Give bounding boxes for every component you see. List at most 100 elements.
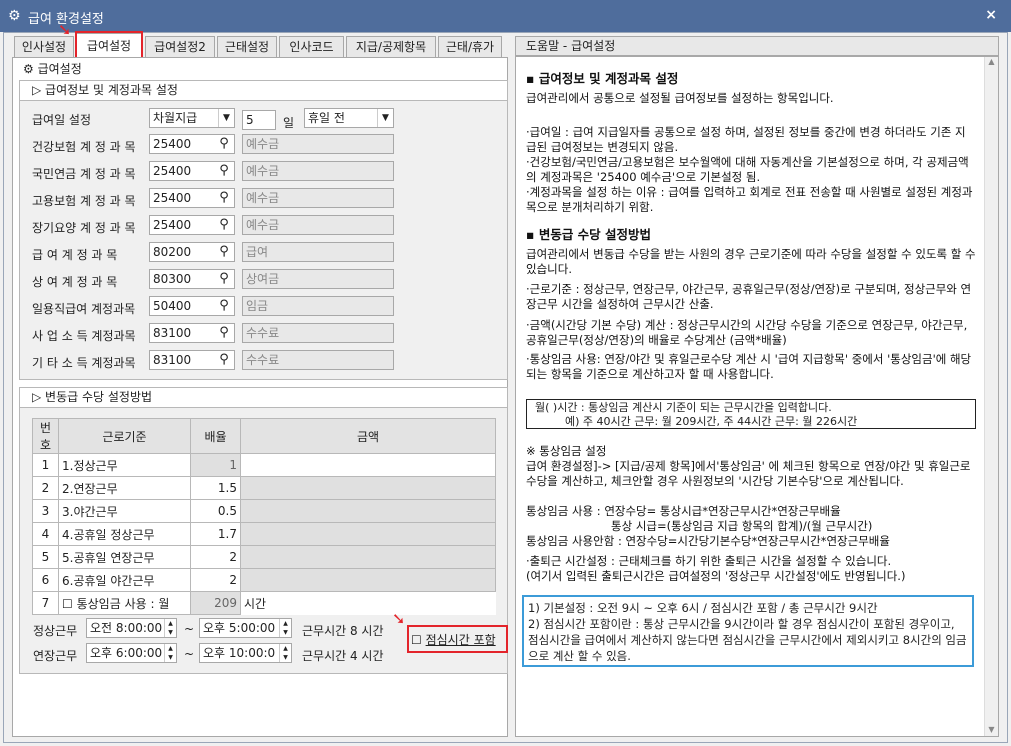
spinner-icon[interactable]: ▲ ▼ xyxy=(279,619,291,637)
scroll-down-icon[interactable]: ▼ xyxy=(985,725,998,734)
search-icon[interactable]: ⚲ xyxy=(216,217,232,233)
spinner-icon[interactable]: ▲ ▼ xyxy=(164,619,176,637)
chevron-down-icon[interactable]: ▼ xyxy=(377,109,393,127)
help-section1-bullet3: ·계정과목을 설정 하는 이유 : 급여를 입력하고 회계로 전표 전송할 때 … xyxy=(526,185,973,214)
note-line: 월( )시간 : 통상임금 계산시 기준이 되는 근무시간을 입력합니다. xyxy=(535,401,832,414)
close-icon[interactable]: × xyxy=(985,7,997,23)
account-name-employment: 예수금 xyxy=(242,188,394,208)
help-section3-text1: 급여 환경설정]-> [지급/공제 항목]에서'통상임금' 에 체크된 항목으로… xyxy=(526,459,971,488)
row-no: 6 xyxy=(32,568,59,592)
row-standard: 4.공휴일 정상근무 xyxy=(58,522,191,546)
payday-label: 급여일 설정 xyxy=(32,113,92,127)
account-name-bonus: 상여금 xyxy=(242,269,394,289)
tab-attendance-settings[interactable]: 근태설정 xyxy=(217,36,277,58)
table-row[interactable]: 3 3.야간근무 0.5 xyxy=(32,499,496,523)
ordinary-wage-checkbox[interactable]: ☐ xyxy=(62,597,73,611)
scroll-up-icon[interactable]: ▲ xyxy=(985,57,998,66)
row-amount xyxy=(240,476,496,500)
search-icon[interactable]: ⚲ xyxy=(216,298,232,314)
table-row[interactable]: 4 4.공휴일 정상근무 1.7 xyxy=(32,522,496,546)
tab-hr-code[interactable]: 인사코드 xyxy=(279,36,344,58)
help-panel: ▲ ▼ ▪ 급여정보 및 계정과목 설정 급여관리에서 공통으로 설정될 급여정… xyxy=(515,56,999,737)
arrow-icon: ➘ xyxy=(58,20,72,39)
spinner-icon[interactable]: ▲ ▼ xyxy=(164,644,176,662)
gear-icon: ⚙ xyxy=(23,62,34,76)
lunch-info-box: 1) 기본설정 : 오전 9시 ~ 오후 6시 / 점심시간 포함 / 총 근무… xyxy=(522,595,974,667)
account-label-bonus: 상 여 계 정 과 목 xyxy=(32,275,118,289)
table-row[interactable]: 5 5.공휴일 연장근무 2 xyxy=(32,545,496,569)
payday-day-input[interactable]: 5 xyxy=(242,110,276,130)
triangle-right-icon: ▷ xyxy=(32,390,46,404)
monthly-hours-note-box: 월( )시간 : 통상임금 계산시 기준이 되는 근무시간을 입력합니다. 예)… xyxy=(526,399,976,429)
row-rate[interactable]: 2 xyxy=(190,545,241,569)
monthly-hours-unit: 시간 xyxy=(240,591,496,615)
normal-end-time[interactable]: 오후 5:00:00 ▲ ▼ xyxy=(199,618,292,638)
account-label-business-income: 사 업 소 득 계정과목 xyxy=(32,329,136,343)
row-amount[interactable] xyxy=(240,453,496,477)
group-header: ▷ 급여정보 및 계정과목 설정 xyxy=(20,81,507,101)
lunch-included-checkbox[interactable]: ☐ 점심시간 포함 xyxy=(411,631,496,648)
normal-work-hours: 근무시간 8 시간 xyxy=(302,624,384,638)
row-amount xyxy=(240,568,496,592)
col-header-rate: 배율 xyxy=(190,418,241,454)
tab-payroll-settings-2[interactable]: 급여설정2 xyxy=(145,36,215,58)
search-icon[interactable]: ⚲ xyxy=(216,190,232,206)
row-amount xyxy=(240,545,496,569)
window-titlebar: ⚙ 급여 환경설정 × xyxy=(0,0,1011,32)
account-name-pension: 예수금 xyxy=(242,161,394,181)
table-row[interactable]: 6 6.공휴일 야간근무 2 xyxy=(32,568,496,592)
normal-start-value: 오전 8:00:00 xyxy=(90,621,163,635)
row-no: 2 xyxy=(32,476,59,500)
table-header-row: 번호 근로기준 배율 금액 xyxy=(32,418,496,454)
help-section1-intro: 급여관리에서 공통으로 설정될 급여정보를 설정하는 항목입니다. xyxy=(526,91,834,105)
row-rate[interactable]: 1.5 xyxy=(190,476,241,500)
search-icon[interactable]: ⚲ xyxy=(216,352,232,368)
account-label-health: 건강보험 계 정 과 목 xyxy=(32,140,136,154)
info-line: 1) 기본설정 : 오전 9시 ~ 오후 6시 / 점심시간 포함 / 총 근무… xyxy=(528,601,878,615)
variable-pay-table: 번호 근로기준 배율 금액 1 1.정상근무 1 2 2.연장근무 1.5 3 … xyxy=(32,418,496,615)
highlight-box xyxy=(75,31,143,59)
row-rate[interactable]: 0.5 xyxy=(190,499,241,523)
account-name-longterm-care: 예수금 xyxy=(242,215,394,235)
account-name-business-income: 수수료 xyxy=(242,323,394,343)
search-icon[interactable]: ⚲ xyxy=(216,325,232,341)
table-row[interactable]: 7 ☐ 통상임금 사용 : 월 209 시간 xyxy=(32,591,496,615)
monthly-hours-input[interactable]: 209 xyxy=(190,591,241,615)
holiday-value: 휴일 전 xyxy=(308,111,345,125)
overtime-work-label: 연장근무 xyxy=(33,649,78,663)
chevron-down-icon[interactable]: ▼ xyxy=(218,109,234,127)
section-title: 변동급 수당 설정방법 xyxy=(538,227,652,242)
account-name-daily-worker: 임금 xyxy=(242,296,394,316)
search-icon[interactable]: ⚲ xyxy=(216,163,232,179)
overtime-start-time[interactable]: 오후 6:00:00 ▲ ▼ xyxy=(86,643,177,663)
tab-pay-deduction-items[interactable]: 지급/공제항목 xyxy=(346,36,436,58)
gear-icon: ⚙ xyxy=(8,8,21,24)
row-no: 4 xyxy=(32,522,59,546)
col-header-standard: 근로기준 xyxy=(58,418,191,454)
account-name-health: 예수금 xyxy=(242,134,394,154)
info-line: 2) 점심시간 포함이란 : 통상 근무시간을 9시간이라 할 경우 점심시간이… xyxy=(528,617,967,663)
help-section4-text2: (여기서 입력된 출퇴근시간은 급여설정의 '정상근무 시간설정'에도 반영됩니… xyxy=(526,569,906,583)
account-label-employment: 고용보험 계 정 과 목 xyxy=(32,194,136,208)
spinner-icon[interactable]: ▲ ▼ xyxy=(279,644,291,662)
help-section1-bullet1: ·급여일 : 급여 지급일자를 공통으로 설정 하며, 설정된 정보를 중간에 … xyxy=(526,125,966,154)
overtime-end-time[interactable]: 오후 10:00:0 ▲ ▼ xyxy=(199,643,292,663)
tab-attendance-leave[interactable]: 근태/휴가 xyxy=(438,36,502,58)
triangle-right-icon: ▷ xyxy=(32,83,46,97)
normal-start-time[interactable]: 오전 8:00:00 ▲ ▼ xyxy=(86,618,177,638)
row-no: 7 xyxy=(32,591,59,615)
table-row[interactable]: 2 2.연장근무 1.5 xyxy=(32,476,496,500)
account-name-other-income: 수수료 xyxy=(242,350,394,370)
search-icon[interactable]: ⚲ xyxy=(216,271,232,287)
row-rate[interactable]: 1.7 xyxy=(190,522,241,546)
search-icon[interactable]: ⚲ xyxy=(216,244,232,260)
row-rate[interactable]: 2 xyxy=(190,568,241,592)
tab-hr-settings[interactable]: 인사설정 xyxy=(14,36,74,58)
checkbox-icon[interactable]: ☐ xyxy=(411,633,422,647)
payday-type-select[interactable]: 차월지급 ▼ xyxy=(149,108,235,128)
holiday-select[interactable]: 휴일 전 ▼ xyxy=(304,108,394,128)
vertical-scrollbar[interactable]: ▲ ▼ xyxy=(984,57,998,736)
row-ordinary-wage[interactable]: ☐ 통상임금 사용 : 월 xyxy=(58,591,191,615)
search-icon[interactable]: ⚲ xyxy=(216,136,232,152)
table-row[interactable]: 1 1.정상근무 1 xyxy=(32,453,496,477)
